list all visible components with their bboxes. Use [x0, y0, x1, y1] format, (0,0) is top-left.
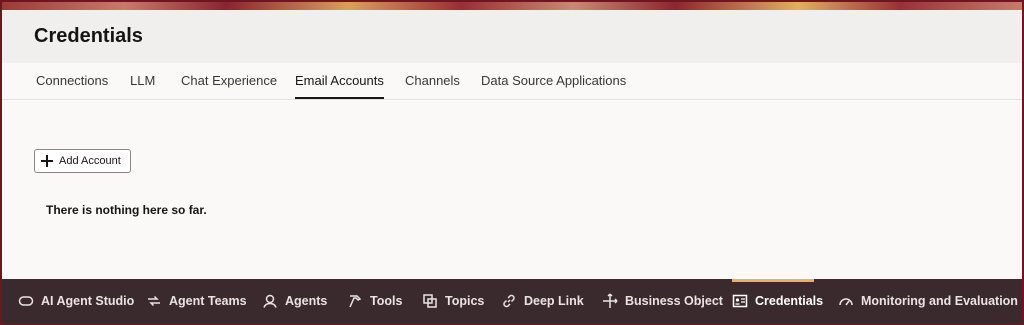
tab-data-source-applications[interactable]: Data Source Applications: [481, 73, 626, 99]
nav-label: Credentials: [755, 294, 824, 308]
nav-label: Business Object: [625, 294, 723, 308]
nav-label: Agent Teams: [169, 294, 247, 308]
nav-item-business-object[interactable]: Business Object: [602, 279, 723, 323]
topics-icon: [423, 294, 437, 308]
main-content: Connections LLM Chat Experience Email Ac…: [2, 63, 1022, 279]
nav-item-ai-agent-studio[interactable]: AI Agent Studio: [18, 279, 134, 323]
nav-item-deep-link[interactable]: Deep Link: [501, 279, 584, 323]
nav-label: Tools: [370, 294, 403, 308]
nav-label: AI Agent Studio: [41, 294, 135, 308]
nav-label: Deep Link: [524, 294, 584, 308]
tab-connections[interactable]: Connections: [36, 73, 108, 99]
tab-channels[interactable]: Channels: [405, 73, 460, 99]
page-title: Credentials: [34, 25, 143, 47]
nav-item-agent-teams[interactable]: Agent Teams: [146, 279, 247, 323]
credentials-icon: [732, 294, 748, 308]
agent-teams-icon: [148, 295, 160, 307]
page-header: Credentials: [2, 10, 1022, 63]
nav-item-monitoring-and-evaluation[interactable]: Monitoring and Evaluation: [838, 279, 1018, 323]
add-account-label: Add Account: [59, 155, 121, 167]
plus-icon: [41, 155, 53, 167]
business-object-icon: [603, 293, 618, 308]
nav-label: Agents: [285, 294, 328, 308]
tab-email-accounts[interactable]: Email Accounts: [295, 73, 384, 99]
tab-llm[interactable]: LLM: [130, 73, 155, 99]
add-account-button[interactable]: Add Account: [34, 149, 131, 173]
tools-icon: [349, 295, 362, 308]
link-icon: [503, 294, 515, 308]
nav-item-agents[interactable]: Agents: [262, 279, 327, 323]
decorative-banner: [2, 2, 1022, 10]
nav-label: Topics: [445, 294, 485, 308]
agents-icon: [263, 294, 277, 308]
nav-label: Monitoring and Evaluation: [861, 294, 1018, 308]
bottom-navigation: AI Agent Studio Agent Teams Agents Tools…: [2, 279, 1022, 323]
nav-item-tools[interactable]: Tools: [347, 279, 402, 323]
ai-agent-studio-icon: [18, 296, 34, 306]
nav-item-topics[interactable]: Topics: [422, 279, 484, 323]
nav-item-credentials[interactable]: Credentials: [732, 279, 823, 323]
tab-bar: Connections LLM Chat Experience Email Ac…: [2, 63, 1022, 100]
gauge-icon: [839, 298, 853, 306]
empty-state-message: There is nothing here so far.: [46, 203, 207, 217]
tab-chat-experience[interactable]: Chat Experience: [181, 73, 277, 99]
